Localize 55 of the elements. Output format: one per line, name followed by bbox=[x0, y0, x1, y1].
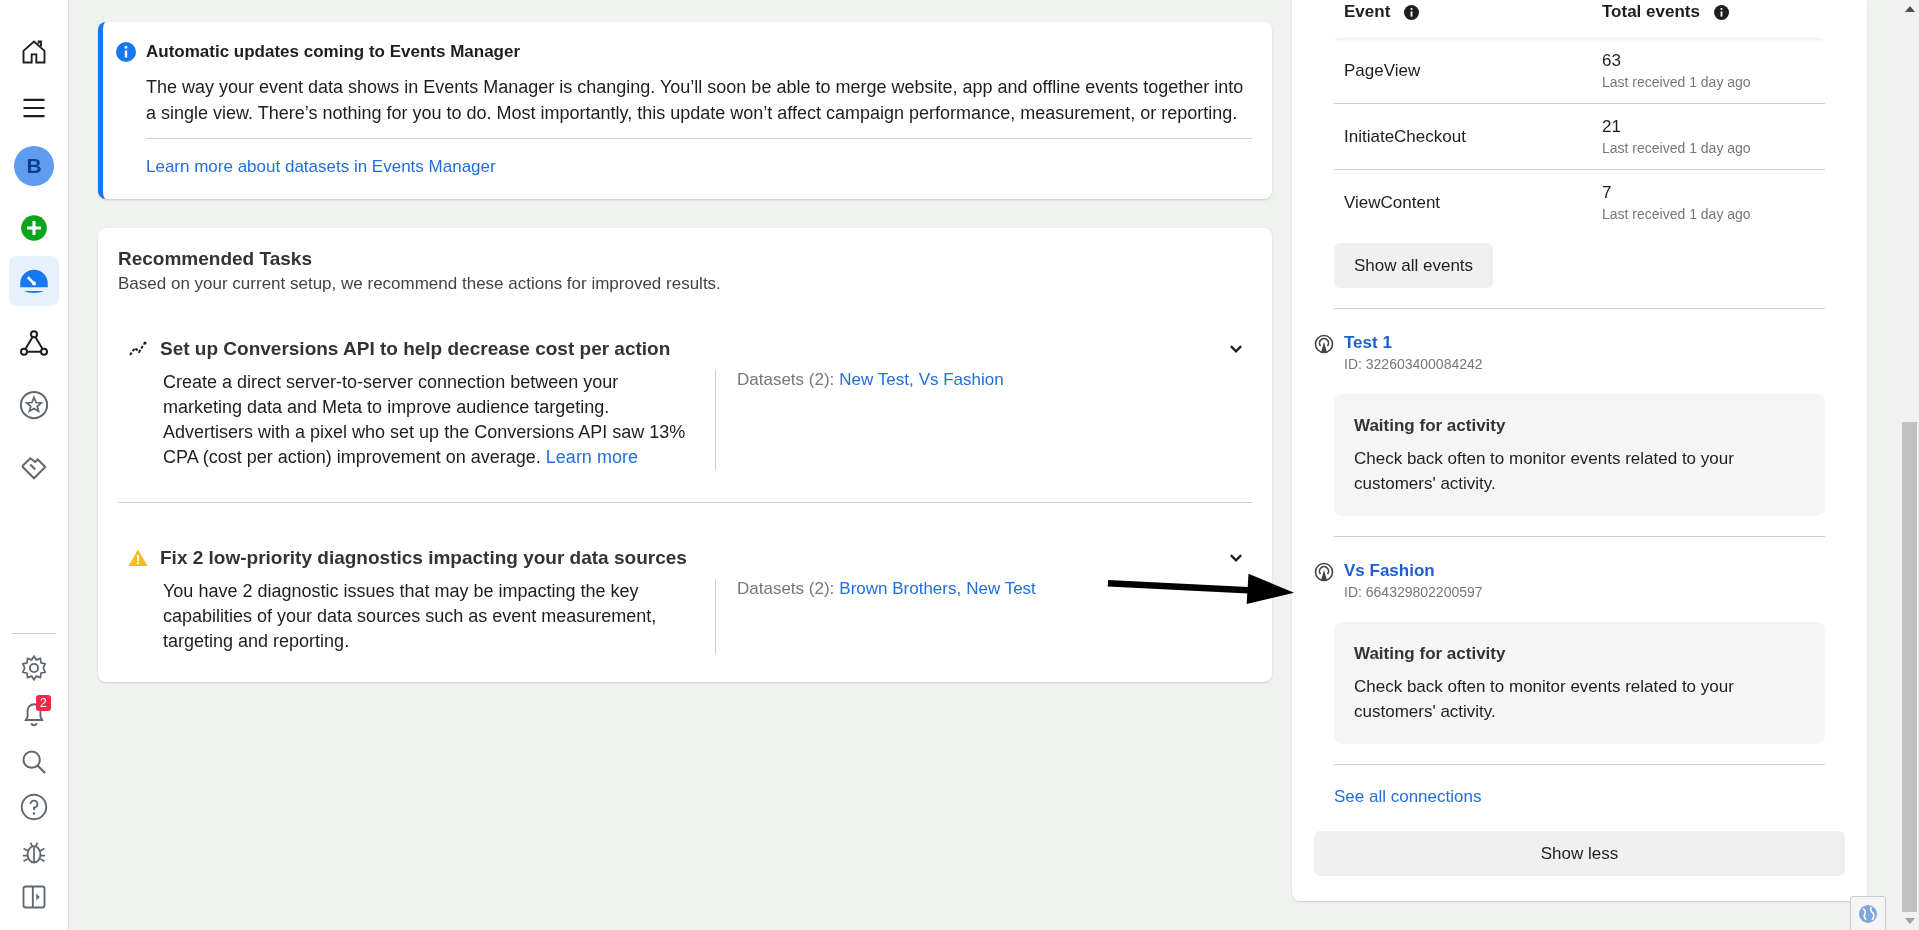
task-title: Set up Conversions API to help decrease cost per action bbox=[160, 338, 672, 360]
event-count: 21 bbox=[1602, 117, 1621, 137]
plus-icon[interactable] bbox=[20, 214, 48, 242]
status-text: Check back often to monitor events related to your customers' activity. bbox=[1354, 448, 1735, 495]
task-description: Create a direct server-to-server connection between your marketing data and Meta to improve audience targeting. Advertisers with a pixel who set up the Conversions API saw 13% CPA (cost per action) improvement on average. Learn more bbox=[163, 370, 716, 470]
dataset-name-link[interactable]: Test 1 bbox=[1344, 333, 1392, 353]
event-name: PageView bbox=[1344, 60, 1421, 81]
learn-more-link[interactable]: Learn more bbox=[545, 447, 638, 467]
status-title: Waiting for activity bbox=[1354, 644, 1507, 664]
broadcast-icon bbox=[1314, 562, 1334, 582]
tasks-subtitle: Based on your current setup, we recommend these actions for improved results. bbox=[118, 274, 722, 294]
column-header: Total events bbox=[1602, 2, 1700, 22]
dataset-link[interactable]: New Test bbox=[966, 579, 1036, 599]
event-name: ViewContent bbox=[1344, 192, 1441, 213]
dataset-id: ID: 322603400084242 bbox=[1344, 356, 1483, 372]
show-less-button[interactable]: Show less bbox=[1314, 831, 1845, 876]
last-received-text: Last received 1 day ago bbox=[1602, 140, 1751, 156]
account-avatar[interactable]: B bbox=[14, 146, 54, 186]
panel-icon[interactable] bbox=[20, 883, 48, 911]
event-count: 7 bbox=[1602, 183, 1612, 203]
dataset-name-link[interactable]: Vs Fashion bbox=[1344, 561, 1435, 581]
tasks-title: Recommended Tasks bbox=[118, 248, 313, 270]
settings-icon[interactable] bbox=[20, 654, 48, 682]
status-title: Waiting for activity bbox=[1354, 416, 1507, 436]
task-title: Fix 2 low-priority diagnostics impacting your data sources bbox=[160, 547, 688, 569]
home-icon[interactable] bbox=[20, 38, 48, 66]
datasets-label: Datasets (2): bbox=[737, 579, 835, 599]
globe-icon bbox=[1858, 904, 1878, 924]
info-icon[interactable] bbox=[1404, 4, 1420, 20]
status-text: Check back often to monitor events related to your customers' activity. bbox=[1354, 676, 1735, 723]
show-all-events-button[interactable]: Show all events bbox=[1334, 243, 1494, 288]
dataset-link[interactable]: Brown Brothers, bbox=[839, 579, 962, 599]
warning-icon bbox=[128, 548, 148, 568]
search-icon[interactable] bbox=[20, 748, 48, 776]
dataset-link[interactable]: New Test, bbox=[839, 370, 914, 390]
notification-badge: 2 bbox=[36, 695, 51, 711]
task-description: You have 2 diagnostic issues that may be impacting the key capabilities of your data sources such as event measurement, targeting and reporting. bbox=[163, 579, 716, 654]
dataset-link[interactable]: Vs Fashion bbox=[918, 370, 1004, 390]
last-received-text: Last received 1 day ago bbox=[1602, 206, 1751, 222]
event-count: 63 bbox=[1602, 51, 1621, 71]
network-icon bbox=[19, 328, 49, 358]
last-received-text: Last received 1 day ago bbox=[1602, 74, 1751, 90]
event-name: InitiateCheckout bbox=[1344, 126, 1466, 147]
see-all-connections-link[interactable]: See all connections bbox=[1334, 787, 1482, 807]
dataset-id: ID: 664329802200597 bbox=[1344, 584, 1483, 600]
datasets-label: Datasets (2): bbox=[737, 370, 835, 390]
info-icon[interactable] bbox=[1713, 4, 1729, 20]
broadcast-icon bbox=[1314, 334, 1334, 354]
learn-more-link[interactable]: Learn more about datasets in Events Manager bbox=[146, 157, 496, 177]
notice-text: The way your event data shows in Events Manager is changing. You’ll soon be able to merge website, app and offline events together into a single view. There’s nothing for you to do. Most importantly, this update won’t affect campaign performance, measurement, or reporting. bbox=[146, 76, 1245, 125]
column-header: Event bbox=[1344, 2, 1391, 22]
scroll-up-icon[interactable] bbox=[1904, 6, 1915, 12]
notice-title: Automatic updates coming to Events Manager bbox=[146, 42, 521, 62]
info-icon bbox=[116, 42, 136, 62]
help-icon[interactable] bbox=[20, 793, 48, 821]
